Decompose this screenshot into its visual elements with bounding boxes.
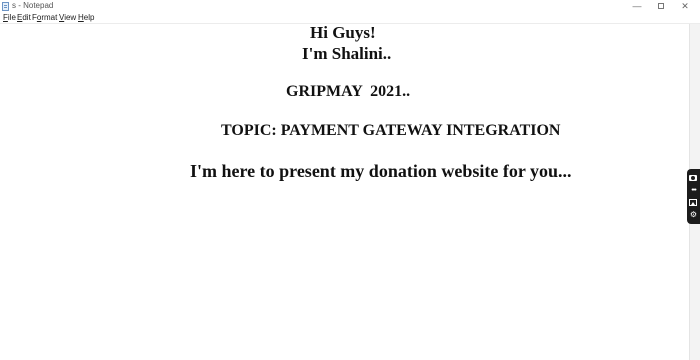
camera-icon[interactable]: [689, 174, 698, 183]
floating-side-toolbar: ••• ⚙: [687, 169, 700, 224]
document-line: I'm here to present my donation website …: [190, 161, 572, 181]
menu-view[interactable]: View: [59, 13, 76, 23]
maximize-icon: [658, 2, 664, 9]
minimize-button[interactable]: —: [626, 0, 648, 13]
document-line: Hi Guys!: [310, 23, 376, 42]
menu-file[interactable]: File: [3, 13, 16, 23]
settings-icon[interactable]: ⚙: [689, 210, 698, 219]
menu-format[interactable]: Format: [32, 13, 57, 23]
window-title: s - Notepad: [12, 1, 54, 10]
gallery-icon[interactable]: [689, 198, 698, 207]
menu-help[interactable]: Help: [78, 13, 94, 23]
menu-bar: File Edit Format View Help: [0, 13, 700, 23]
more-icon[interactable]: •••: [689, 186, 698, 195]
document-line: TOPIC: PAYMENT GATEWAY INTEGRATION: [221, 122, 561, 139]
document-line: I'm Shalini..: [302, 44, 392, 63]
menu-edit[interactable]: Edit: [17, 13, 31, 23]
title-bar: s - Notepad — ✕: [0, 0, 700, 13]
document-line: GRIPMAY 2021..: [286, 83, 411, 100]
notepad-icon: [2, 2, 9, 11]
maximize-button[interactable]: [650, 0, 672, 13]
text-editor[interactable]: [0, 24, 689, 360]
close-button[interactable]: ✕: [674, 0, 696, 13]
